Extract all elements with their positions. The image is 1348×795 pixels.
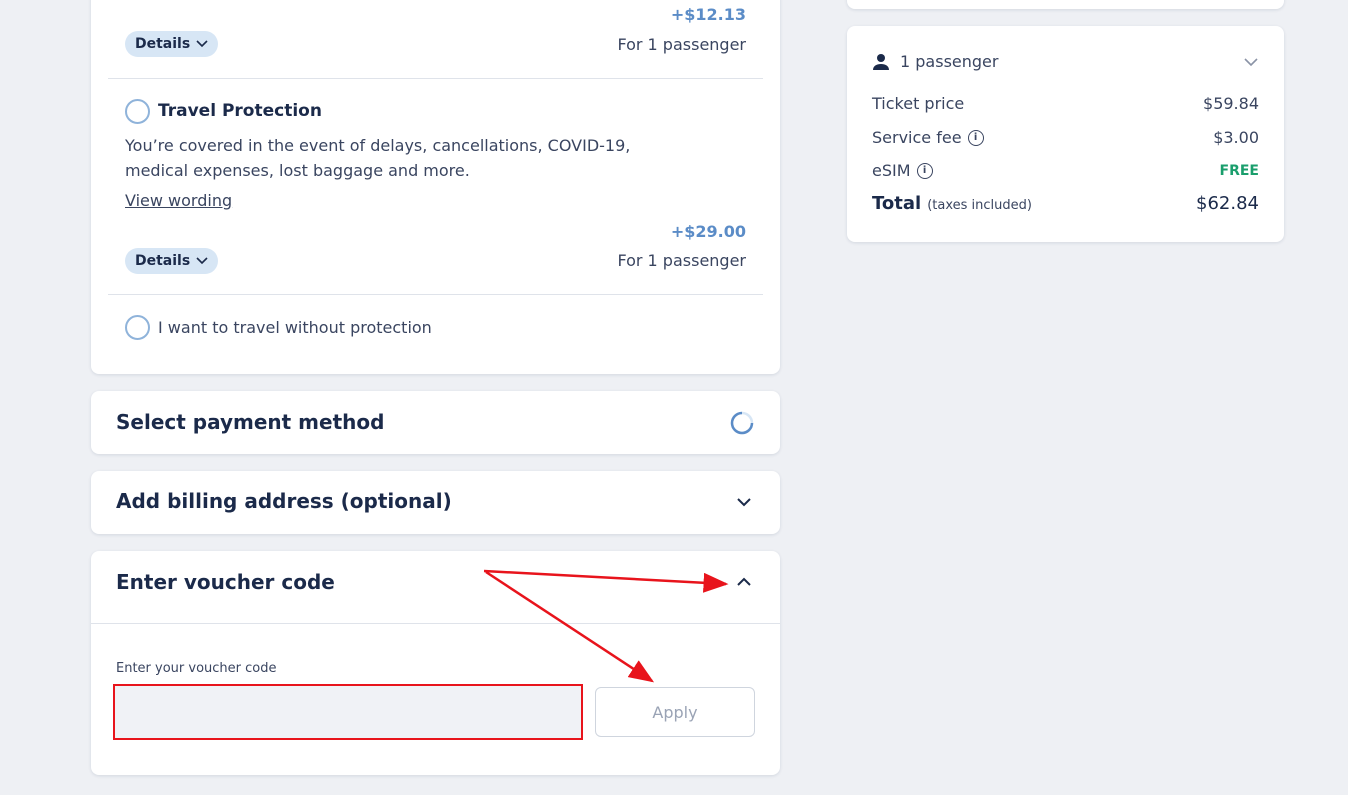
voucher-input[interactable]: [113, 684, 583, 740]
option1-details-button[interactable]: Details: [125, 31, 219, 57]
total-row: Total (taxes included) $62.84: [872, 193, 1259, 214]
passenger-toggle[interactable]: 1 passenger: [872, 52, 1259, 71]
option1-per-passenger: For 1 passenger: [617, 35, 746, 54]
chevron-down-icon: [196, 40, 208, 48]
esim-row: eSIM i FREE: [872, 161, 1259, 180]
passenger-count: 1 passenger: [900, 52, 999, 71]
voucher-card: Enter voucher code Enter your voucher co…: [91, 551, 780, 775]
ticket-price-label: Ticket price: [872, 94, 965, 113]
voucher-field-label: Enter your voucher code: [116, 661, 277, 676]
option2-per-passenger: For 1 passenger: [617, 251, 746, 270]
chevron-down-icon: [1244, 57, 1258, 66]
apply-label: Apply: [652, 702, 698, 722]
divider: [108, 294, 763, 295]
total-note: (taxes included): [927, 198, 1032, 213]
details-label: Details: [135, 253, 191, 269]
option2-price: +$29.00: [670, 222, 746, 241]
chevron-down-icon: [196, 257, 208, 265]
billing-address-card[interactable]: Add billing address (optional): [91, 471, 780, 534]
option1-price: +$12.13: [670, 5, 746, 24]
service-fee-value: $3.00: [1213, 128, 1259, 147]
view-wording-link[interactable]: View wording: [125, 191, 232, 210]
travel-protection-description-1: You’re covered in the event of delays, c…: [125, 136, 631, 155]
voucher-title: Enter voucher code: [116, 570, 335, 594]
chevron-down-icon[interactable]: [736, 497, 752, 507]
no-protection-radio[interactable]: [125, 315, 150, 340]
total-label: Total: [872, 193, 922, 214]
info-icon[interactable]: i: [916, 162, 933, 179]
no-protection-label: I want to travel without protection: [158, 318, 432, 337]
billing-address-title: Add billing address (optional): [116, 489, 452, 513]
price-summary-card: 1 passenger Ticket price $59.84 Service …: [847, 26, 1284, 242]
esim-value: FREE: [1219, 162, 1259, 179]
travel-protection-radio[interactable]: [125, 99, 150, 124]
info-icon[interactable]: i: [967, 129, 984, 146]
payment-method-card[interactable]: Select payment method: [91, 391, 780, 454]
details-label: Details: [135, 36, 191, 52]
apply-button[interactable]: Apply: [595, 687, 755, 737]
ticket-price-value: $59.84: [1203, 94, 1259, 113]
protection-card: +$12.13 Details For 1 passenger Travel P…: [91, 0, 780, 374]
esim-label: eSIM: [872, 161, 911, 180]
divider: [108, 78, 763, 79]
service-fee-label: Service fee: [872, 128, 962, 147]
travel-protection-description-2: medical expenses, lost baggage and more.: [125, 161, 470, 180]
payment-method-title: Select payment method: [116, 410, 385, 434]
chevron-up-icon[interactable]: [736, 577, 752, 587]
divider: [91, 623, 780, 624]
loading-spinner-icon: [730, 411, 754, 435]
top-summary-card: [847, 0, 1284, 9]
option2-details-button[interactable]: Details: [125, 248, 219, 274]
total-value: $62.84: [1196, 193, 1259, 214]
ticket-price-row: Ticket price $59.84: [872, 94, 1259, 113]
travel-protection-title: Travel Protection: [158, 101, 322, 121]
person-icon: [873, 53, 889, 70]
service-fee-row: Service fee i $3.00: [872, 128, 1259, 147]
